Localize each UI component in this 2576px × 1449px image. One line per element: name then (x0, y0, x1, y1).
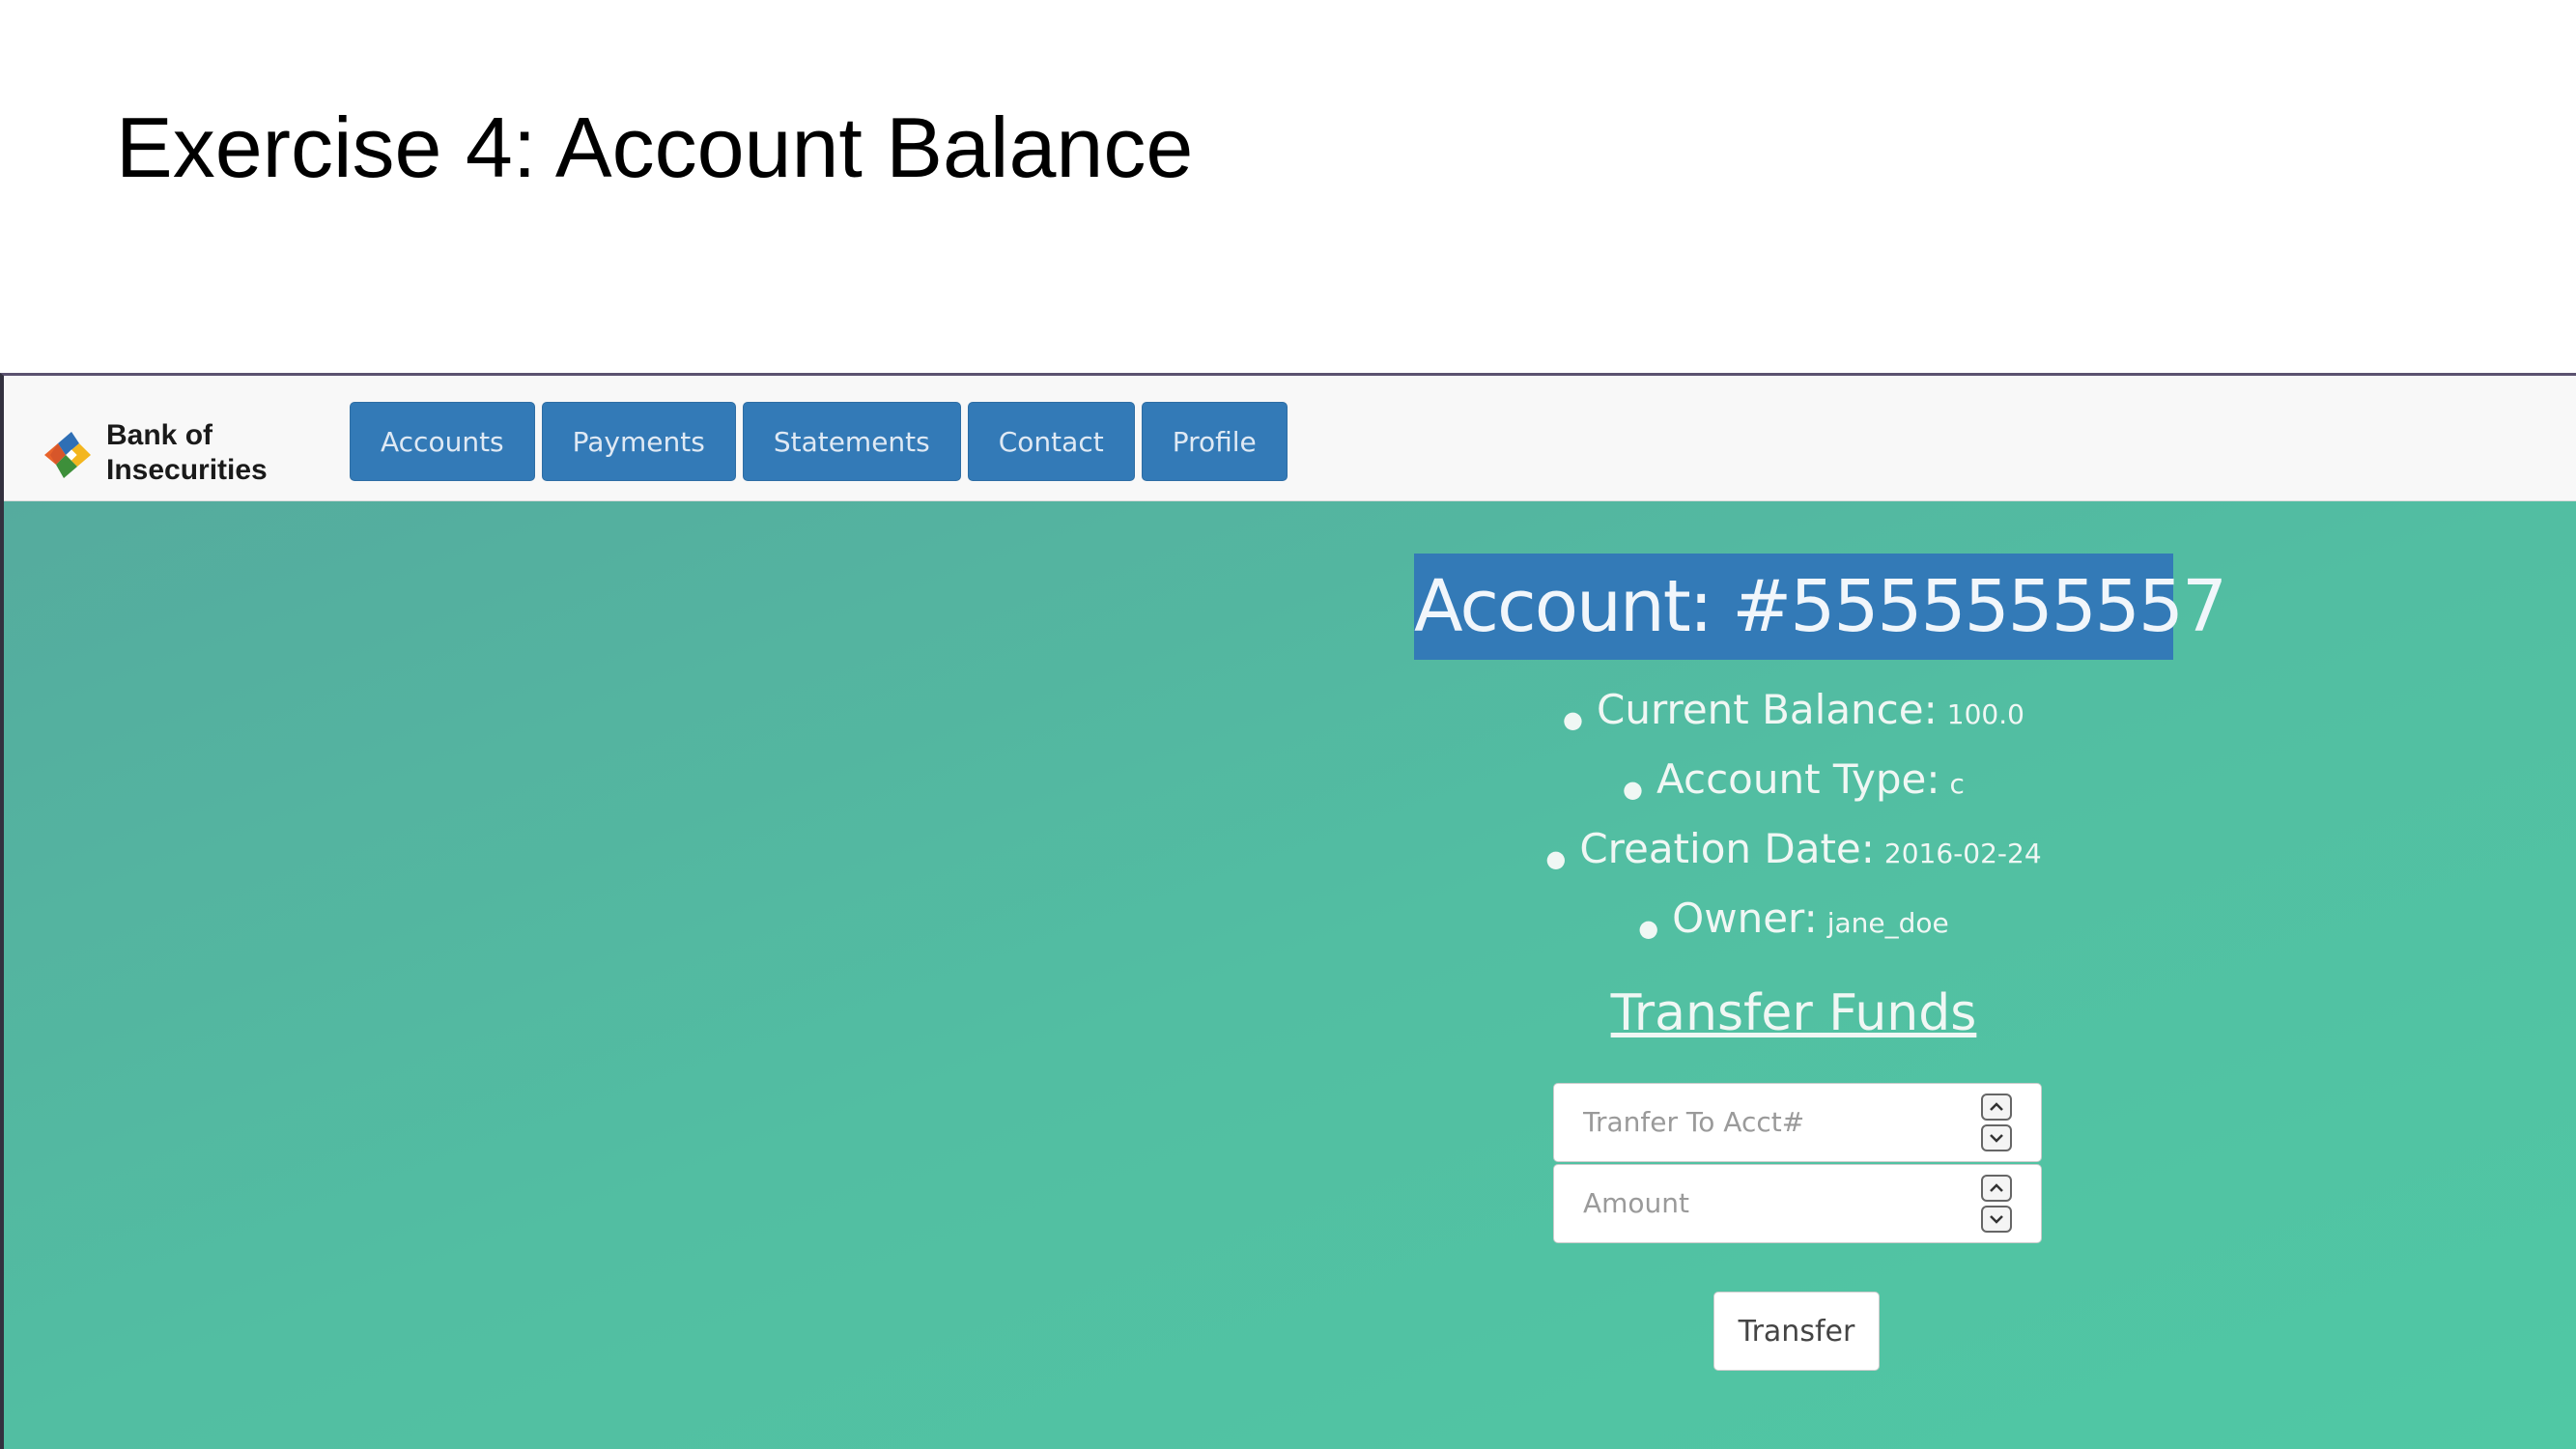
detail-value: c (1949, 768, 1965, 800)
number-spinner (1981, 1175, 2014, 1233)
amount-input[interactable] (1554, 1165, 1969, 1240)
nav-payments-button[interactable]: Payments (541, 402, 736, 481)
nav-accounts-button[interactable]: Accounts (350, 402, 535, 481)
chevron-up-icon (1990, 1183, 2003, 1192)
account-details-list: ● Current Balance: 100.0 ● Account Type: c ●… (1414, 675, 2173, 953)
chevron-down-icon (1990, 1215, 2003, 1224)
transfer-button[interactable]: Transfer (1713, 1292, 1880, 1371)
nav-buttons: Accounts Payments Statements Contact Pro… (350, 402, 1288, 481)
bullet-icon: ● (1563, 705, 1583, 733)
amount-field (1553, 1164, 2042, 1243)
spinner-up-button[interactable] (1981, 1094, 2012, 1121)
transfer-funds-heading[interactable]: Transfer Funds (1414, 984, 2173, 1042)
brand[interactable]: Bank of Insecurities (39, 418, 268, 488)
number-spinner (1981, 1094, 2014, 1151)
chevron-down-icon (1990, 1134, 2003, 1143)
spinner-down-button[interactable] (1981, 1206, 2012, 1233)
spinner-up-button[interactable] (1981, 1175, 2012, 1202)
navbar: Bank of Insecurities Accounts Payments S… (4, 376, 2576, 501)
main-content: Account: #5555555557 ● Current Balance: 10… (4, 501, 2576, 1449)
detail-owner: ● Owner: jane_doe (1414, 884, 2173, 953)
bullet-icon: ● (1638, 914, 1659, 942)
detail-account-type: ● Account Type: c (1414, 745, 2173, 814)
nav-statements-button[interactable]: Statements (742, 402, 961, 481)
detail-label: Owner: (1672, 895, 1818, 942)
detail-value: jane_doe (1826, 907, 1949, 939)
nav-profile-button[interactable]: Profile (1141, 402, 1288, 481)
bank-logo-icon (44, 432, 91, 478)
detail-label: Account Type: (1656, 755, 1940, 803)
spinner-down-button[interactable] (1981, 1124, 2012, 1151)
brand-name: Bank of Insecurities (106, 419, 268, 486)
transfer-to-account-input[interactable] (1554, 1084, 1969, 1159)
transfer-to-account-field (1553, 1083, 2042, 1162)
bullet-icon: ● (1545, 844, 1567, 872)
detail-creation-date: ● Creation Date: 2016-02-24 (1414, 814, 2173, 884)
bullet-icon: ● (1623, 775, 1643, 803)
account-heading: Account: #5555555557 (1414, 554, 2227, 660)
slide-title: Exercise 4: Account Balance (116, 99, 1194, 195)
chevron-up-icon (1990, 1102, 2003, 1111)
detail-label: Creation Date: (1579, 825, 1875, 872)
detail-value: 100.0 (1946, 698, 2024, 730)
detail-current-balance: ● Current Balance: 100.0 (1414, 675, 2173, 745)
detail-label: Current Balance: (1597, 686, 1938, 733)
app-screenshot: Bank of Insecurities Accounts Payments S… (0, 373, 2576, 1449)
detail-value: 2016-02-24 (1883, 838, 2042, 869)
nav-contact-button[interactable]: Contact (967, 402, 1135, 481)
